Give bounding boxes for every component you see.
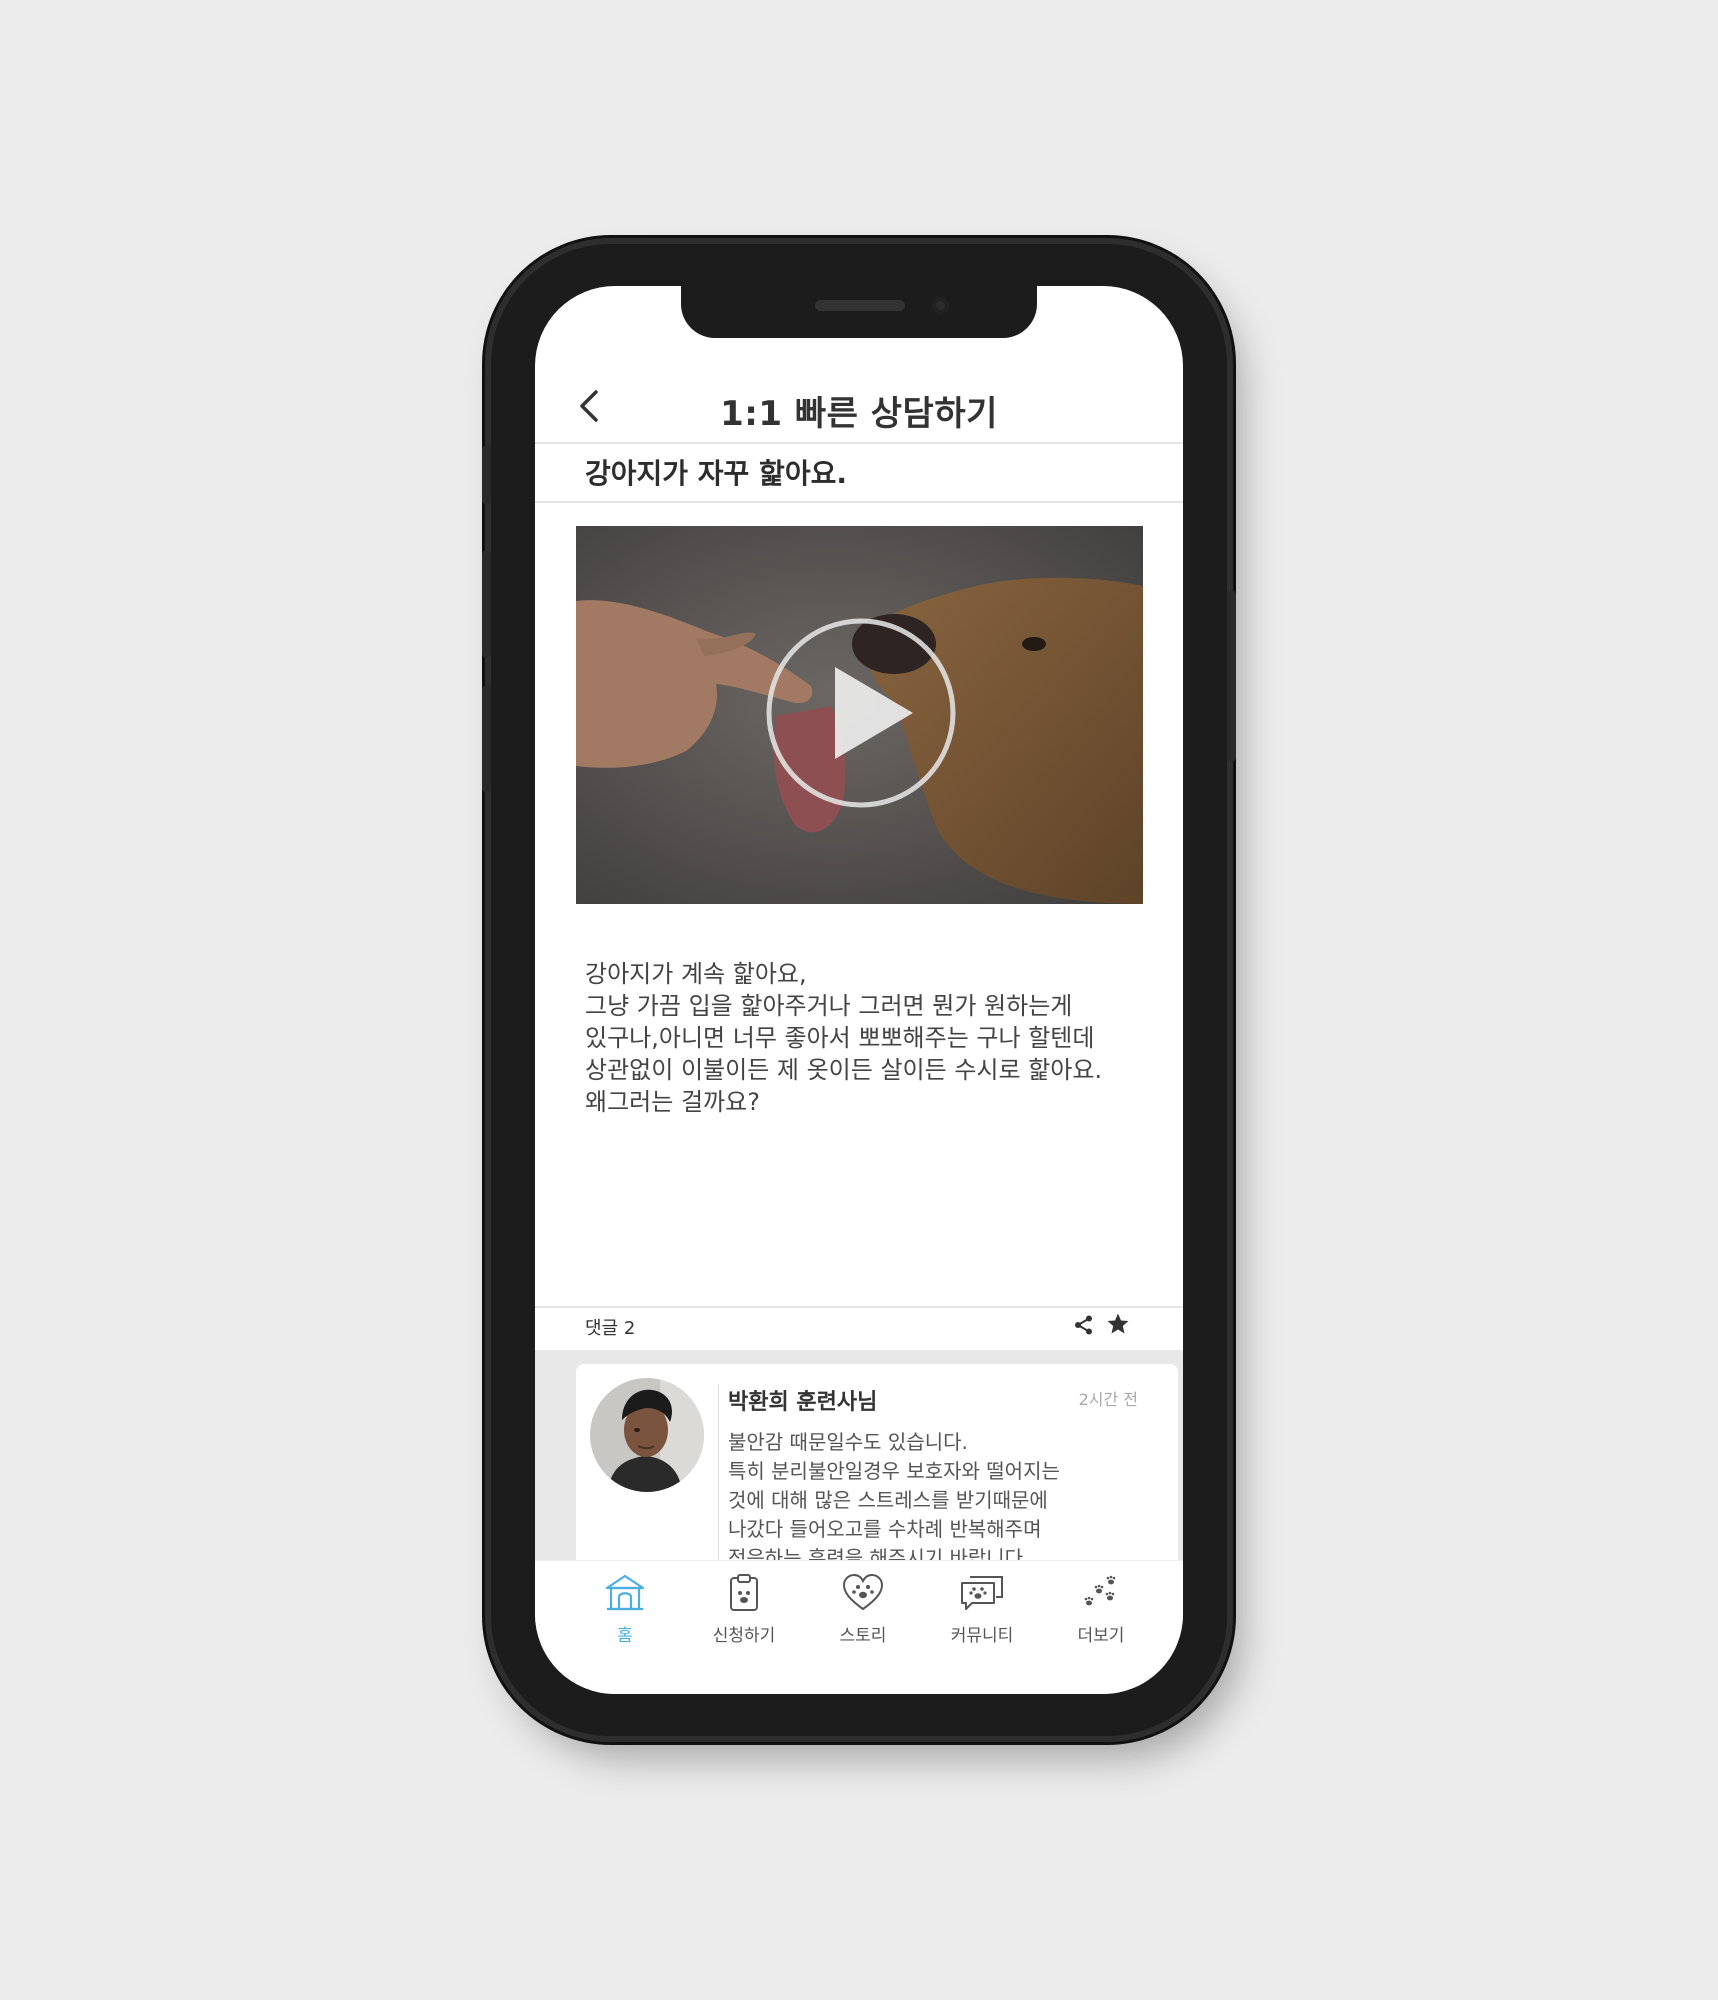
header-divider: [535, 442, 1183, 444]
app-screen: 1:1 빠른 상담하기 강아지가 자꾸 핥아요. 강아지가 계속 핥아요, 그냥…: [535, 286, 1183, 1694]
nav-label-community: 커뮤니티: [950, 1626, 1014, 1646]
card-separator: [718, 1384, 719, 1584]
comment-text: 불안감 때문일수도 있습니다. 특히 분리불안일경우 보호자와 떨어지는 것에 …: [728, 1430, 1060, 1570]
nav-item-community[interactable]: 커뮤니티: [922, 1573, 1042, 1663]
power-button: [1227, 591, 1236, 761]
notch: [681, 286, 1037, 338]
play-button[interactable]: [763, 615, 959, 811]
post-body: 강아지가 계속 핥아요, 그냥 가끔 입을 핥아주거나 그러면 뭔가 원하는게 …: [585, 960, 1103, 1116]
play-icon: [766, 618, 956, 808]
nav-label-apply: 신청하기: [712, 1626, 776, 1646]
paws-icon: [1084, 1575, 1116, 1606]
nav-item-apply[interactable]: 신청하기: [684, 1573, 804, 1663]
comment-count: 댓글 2: [585, 1318, 636, 1339]
home-icon: [605, 1574, 645, 1611]
avatar[interactable]: [590, 1378, 704, 1492]
silent-switch: [482, 446, 491, 504]
post-title: 강아지가 자꾸 핥아요.: [585, 457, 847, 490]
app-header: 1:1 빠른 상담하기: [535, 380, 1183, 434]
share-icon: [1075, 1315, 1092, 1335]
video-player[interactable]: [576, 526, 1143, 904]
heart-paw-icon: [842, 1573, 884, 1611]
bookmark-button[interactable]: [1106, 1312, 1130, 1336]
comment-author: 박환희 훈련사님: [728, 1390, 878, 1415]
nav-label-home: 홈: [617, 1626, 633, 1646]
nav-item-home[interactable]: 홈: [565, 1573, 685, 1663]
share-button[interactable]: [1073, 1314, 1095, 1336]
comment-list: 박환희 훈련사님 2시간 전 불안감 때문일수도 있습니다. 특히 분리불안일경…: [535, 1350, 1183, 1594]
comment-time: 2시간 전: [1078, 1390, 1138, 1409]
comment-bar: 댓글 2: [535, 1308, 1183, 1350]
speaker-grille: [815, 300, 905, 311]
nav-item-more[interactable]: 더보기: [1041, 1573, 1161, 1663]
chat-paw-icon: [961, 1576, 1003, 1610]
phone-frame: 1:1 빠른 상담하기 강아지가 자꾸 핥아요. 강아지가 계속 핥아요, 그냥…: [482, 244, 1236, 1736]
star-icon: [1107, 1313, 1129, 1334]
nav-label-story: 스토리: [839, 1626, 887, 1646]
front-camera: [932, 297, 949, 314]
volume-up-button: [482, 551, 491, 657]
page-title: 1:1 빠른 상담하기: [720, 394, 998, 434]
nav-item-story[interactable]: 스토리: [803, 1573, 923, 1663]
nav-label-more: 더보기: [1077, 1626, 1125, 1646]
clipboard-icon: [730, 1574, 758, 1611]
volume-down-button: [482, 686, 491, 792]
bottom-nav: 홈 신청하기 스토리 커뮤니티 더보기: [535, 1560, 1183, 1694]
trainer-photo: [590, 1378, 704, 1492]
title-divider: [535, 501, 1183, 503]
